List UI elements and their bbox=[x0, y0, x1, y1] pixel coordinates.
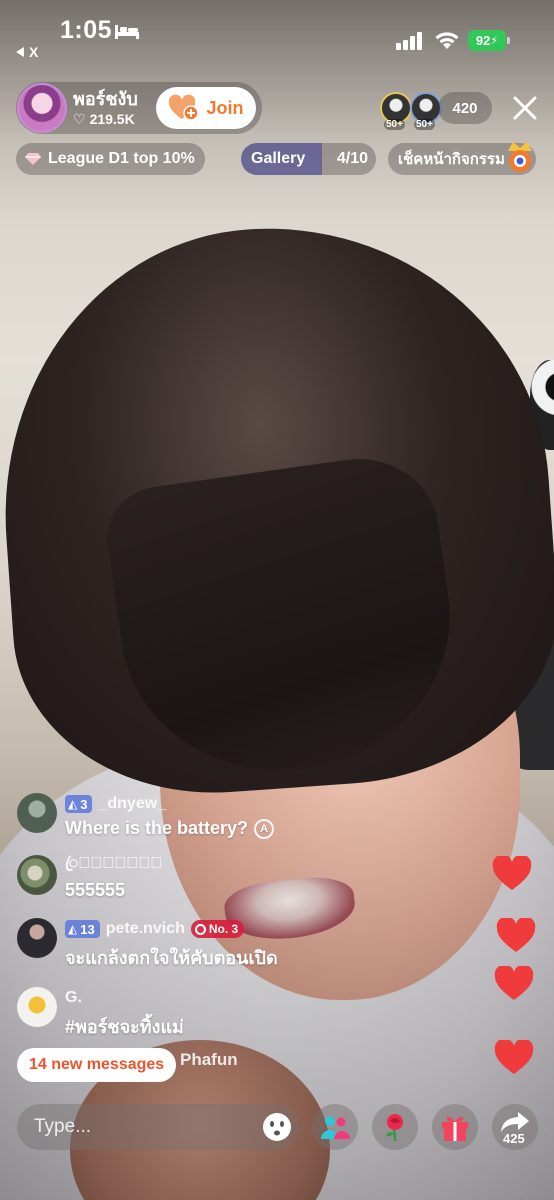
commenter-avatar[interactable] bbox=[17, 793, 57, 833]
league-chip[interactable]: League D1 top 10% bbox=[16, 143, 205, 175]
back-to-app-button[interactable]: X bbox=[16, 44, 38, 60]
host-avatar[interactable] bbox=[17, 83, 67, 133]
gallery-label: Gallery bbox=[251, 150, 306, 167]
status-bar: 1:05 X 92 ⚡ bbox=[0, 0, 554, 70]
viewer-level-badge: 50+ bbox=[414, 119, 435, 130]
new-messages-button[interactable]: 14 new messages bbox=[17, 1048, 177, 1082]
commenter-avatar[interactable] bbox=[17, 918, 57, 958]
status-time: 1:05 bbox=[60, 16, 113, 44]
wifi-icon bbox=[435, 32, 459, 49]
level-triangle-icon: ◭ bbox=[68, 922, 78, 936]
host-likes-count: 219.5K bbox=[89, 111, 135, 127]
rank-clock-icon bbox=[194, 923, 206, 935]
gallery-chip[interactable]: Gallery 4/10 bbox=[241, 143, 376, 175]
floating-heart-icon bbox=[496, 918, 536, 952]
comment-text: 555555 bbox=[65, 880, 126, 900]
user-level: 13 bbox=[80, 921, 95, 937]
comment-text: จะแกล้งตกใจให้คับตอนเปิด bbox=[65, 948, 278, 968]
top-viewer-avatar[interactable]: 50+ bbox=[380, 92, 412, 130]
multi-guest-button[interactable] bbox=[312, 1104, 358, 1150]
commenter-name: G. bbox=[65, 989, 82, 1006]
battery-level: 92 bbox=[475, 33, 491, 48]
floating-heart-icon bbox=[494, 1040, 534, 1074]
commenter-avatar[interactable] bbox=[17, 987, 57, 1027]
heart-plus-icon bbox=[169, 94, 200, 121]
host-info: พอร์ชงับ ♡ 219.5K bbox=[73, 89, 138, 128]
back-arrow-icon bbox=[16, 47, 24, 57]
league-label: League D1 top 10% bbox=[48, 150, 195, 167]
comment-item[interactable]: G. #พอร์ชจะทิ้งแม่ bbox=[17, 987, 184, 1041]
rank-badge: No. 3 bbox=[190, 920, 245, 938]
host-name: พอร์ชงับ bbox=[73, 88, 138, 109]
comment-item[interactable]: ꦿ𝐋𝐀𝐋𝐈𝐃𝐀ꦿ 555555 bbox=[17, 855, 162, 901]
comment-text: #พอร์ชจะทิ้งแม่ bbox=[65, 1017, 184, 1037]
rose-gift-button[interactable] bbox=[372, 1104, 418, 1150]
top-viewers[interactable]: 50+ 50+ bbox=[380, 92, 442, 130]
share-count: 425 bbox=[503, 1131, 525, 1146]
translate-icon[interactable]: A bbox=[254, 818, 275, 839]
user-level: 3 bbox=[80, 796, 88, 812]
floating-heart-icon bbox=[494, 966, 534, 1000]
comment-text: Where is the battery? bbox=[65, 818, 249, 838]
close-icon[interactable] bbox=[512, 95, 538, 121]
emoji-icon[interactable] bbox=[261, 1111, 293, 1143]
user-level-badge: ◭ 3 bbox=[65, 795, 93, 813]
back-app-label: X bbox=[29, 44, 39, 60]
partial-commenter-name: Phafun bbox=[180, 1050, 238, 1069]
rank-label: No. 3 bbox=[208, 922, 239, 936]
comment-item[interactable]: ◭ 3 _dnyew_ Where is the battery? A bbox=[17, 793, 275, 839]
gift-icon bbox=[442, 1116, 468, 1141]
join-button[interactable]: Join bbox=[156, 87, 256, 129]
rose-icon bbox=[386, 1114, 403, 1142]
crown-eye-icon bbox=[508, 142, 532, 172]
battery-indicator: 92 ⚡ bbox=[468, 30, 510, 51]
commenter-avatar[interactable] bbox=[17, 855, 57, 895]
comment-item[interactable]: ◭ 13 pete.nvich No. 3 จะแกล้งตกใจให้คับต… bbox=[17, 918, 278, 972]
signal-icon bbox=[396, 32, 422, 50]
event-page-chip[interactable]: เช็คหน้ากิจกรรม bbox=[388, 142, 536, 175]
group-icon bbox=[321, 1116, 350, 1139]
commenter-name: _dnyew_ bbox=[98, 795, 167, 812]
gift-button[interactable] bbox=[432, 1104, 478, 1150]
viewer-level-badge: 50+ bbox=[384, 119, 405, 130]
user-level-badge: ◭ 13 bbox=[65, 920, 100, 938]
join-label: Join bbox=[206, 97, 244, 118]
heart-outline-icon: ♡ bbox=[73, 110, 86, 127]
event-label: เช็คหน้ากิจกรรม bbox=[398, 151, 505, 168]
comment-input[interactable]: Type... bbox=[17, 1104, 299, 1150]
bed-icon bbox=[115, 25, 139, 39]
commenter-name: ꦿ𝐋𝐀𝐋𝐈𝐃𝐀ꦿ bbox=[65, 854, 163, 872]
gallery-count: 4/10 bbox=[336, 150, 368, 167]
floating-heart-icon bbox=[492, 856, 532, 890]
gem-icon bbox=[25, 153, 41, 165]
viewer-count[interactable]: 420 bbox=[438, 92, 492, 124]
host-likes: ♡ 219.5K bbox=[73, 111, 138, 128]
host-profile-pill[interactable]: พอร์ชงับ ♡ 219.5K Join bbox=[16, 82, 262, 134]
comment-input-placeholder: Type... bbox=[34, 1116, 92, 1137]
level-triangle-icon: ◭ bbox=[68, 797, 78, 811]
commenter-name: pete.nvich bbox=[105, 920, 185, 937]
